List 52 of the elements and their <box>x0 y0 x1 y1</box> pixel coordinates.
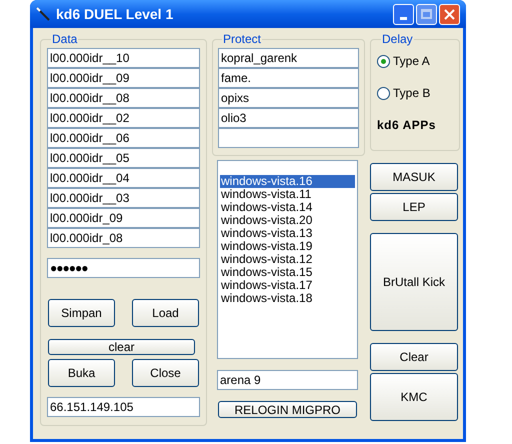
protect-field[interactable]: fame. <box>218 68 359 88</box>
list-item[interactable]: windows-vista.20 <box>220 214 355 227</box>
list-item[interactable]: windows-vista.18 <box>220 292 355 305</box>
password-field[interactable]: ●●●●●● <box>47 258 200 278</box>
protect-field[interactable]: opixs <box>218 88 359 108</box>
group-label: Delay <box>382 32 413 46</box>
account-field[interactable]: l00.000idr__02 <box>47 108 200 128</box>
list-item[interactable]: windows-vista.12 <box>220 253 355 266</box>
account-field[interactable]: l00.000idr__08 <box>47 88 200 108</box>
list-item[interactable]: windows-vista.14 <box>220 201 355 214</box>
action-button[interactable]: LEP <box>370 193 458 221</box>
list-item[interactable]: windows-vista.13 <box>220 227 355 240</box>
group-label: Data <box>52 32 78 46</box>
account-field[interactable]: l00.000idr_08 <box>47 228 200 248</box>
close-button[interactable] <box>439 4 460 24</box>
relogin-button[interactable]: RELOGIN MIGPRO <box>218 401 357 418</box>
account-field[interactable]: l00.000idr__06 <box>47 128 200 148</box>
protect-field[interactable]: kopral_garenk <box>218 48 359 68</box>
account-field[interactable]: l00.000idr__04 <box>47 168 200 188</box>
list-item[interactable]: windows-vista.17 <box>220 279 355 292</box>
server-field[interactable]: 66.151.149.105 <box>47 397 200 417</box>
action-button[interactable]: KMC <box>370 373 458 421</box>
radio-option[interactable]: Type A <box>377 52 453 70</box>
user-list[interactable]: windows-vista.16 windows-vista.11 windows-vista.14 windows-vista.20 windows-vista.13 windows-vista.19 windows-vista.12 windows-vista.15 windows-vista.17 windows-vista.18 <box>217 160 358 359</box>
action-button[interactable]: Clear <box>370 343 458 371</box>
minimize-button[interactable] <box>393 4 414 24</box>
action-button[interactable]: BrUtall Kick <box>370 233 458 331</box>
action-button[interactable]: Simpan <box>48 299 115 327</box>
protect-field[interactable] <box>218 128 359 148</box>
action-button[interactable]: MASUK <box>370 163 458 191</box>
radio-option[interactable]: Type B <box>377 84 453 102</box>
protect-field[interactable]: olio3 <box>218 108 359 128</box>
account-field[interactable]: l00.000idr__05 <box>47 148 200 168</box>
close-icon <box>444 8 455 20</box>
action-button[interactable]: Close <box>132 359 199 387</box>
account-field[interactable]: l00.000idr__10 <box>47 48 200 68</box>
room-field[interactable]: arena 9 <box>217 370 358 390</box>
maximize-button[interactable] <box>416 4 437 24</box>
action-button[interactable]: Load <box>132 299 199 327</box>
list-item[interactable]: windows-vista.15 <box>220 266 355 279</box>
wand-icon <box>36 7 50 21</box>
account-field[interactable]: l00.000idr__03 <box>47 188 200 208</box>
account-field[interactable]: l00.000idr__09 <box>47 68 200 88</box>
action-button[interactable]: Buka <box>48 359 115 387</box>
window-title: kd6 DUEL Level 1 <box>56 4 174 24</box>
list-item[interactable]: windows-vista.11 <box>220 188 355 201</box>
group-label: Protect <box>223 32 262 46</box>
clear-button[interactable]: clear <box>48 339 195 355</box>
list-item[interactable]: windows-vista.19 <box>220 240 355 253</box>
brand-label: kd6 APPs <box>377 117 437 134</box>
account-field[interactable]: l00.000idr_09 <box>47 208 200 228</box>
list-item[interactable]: windows-vista.16 <box>220 175 355 188</box>
